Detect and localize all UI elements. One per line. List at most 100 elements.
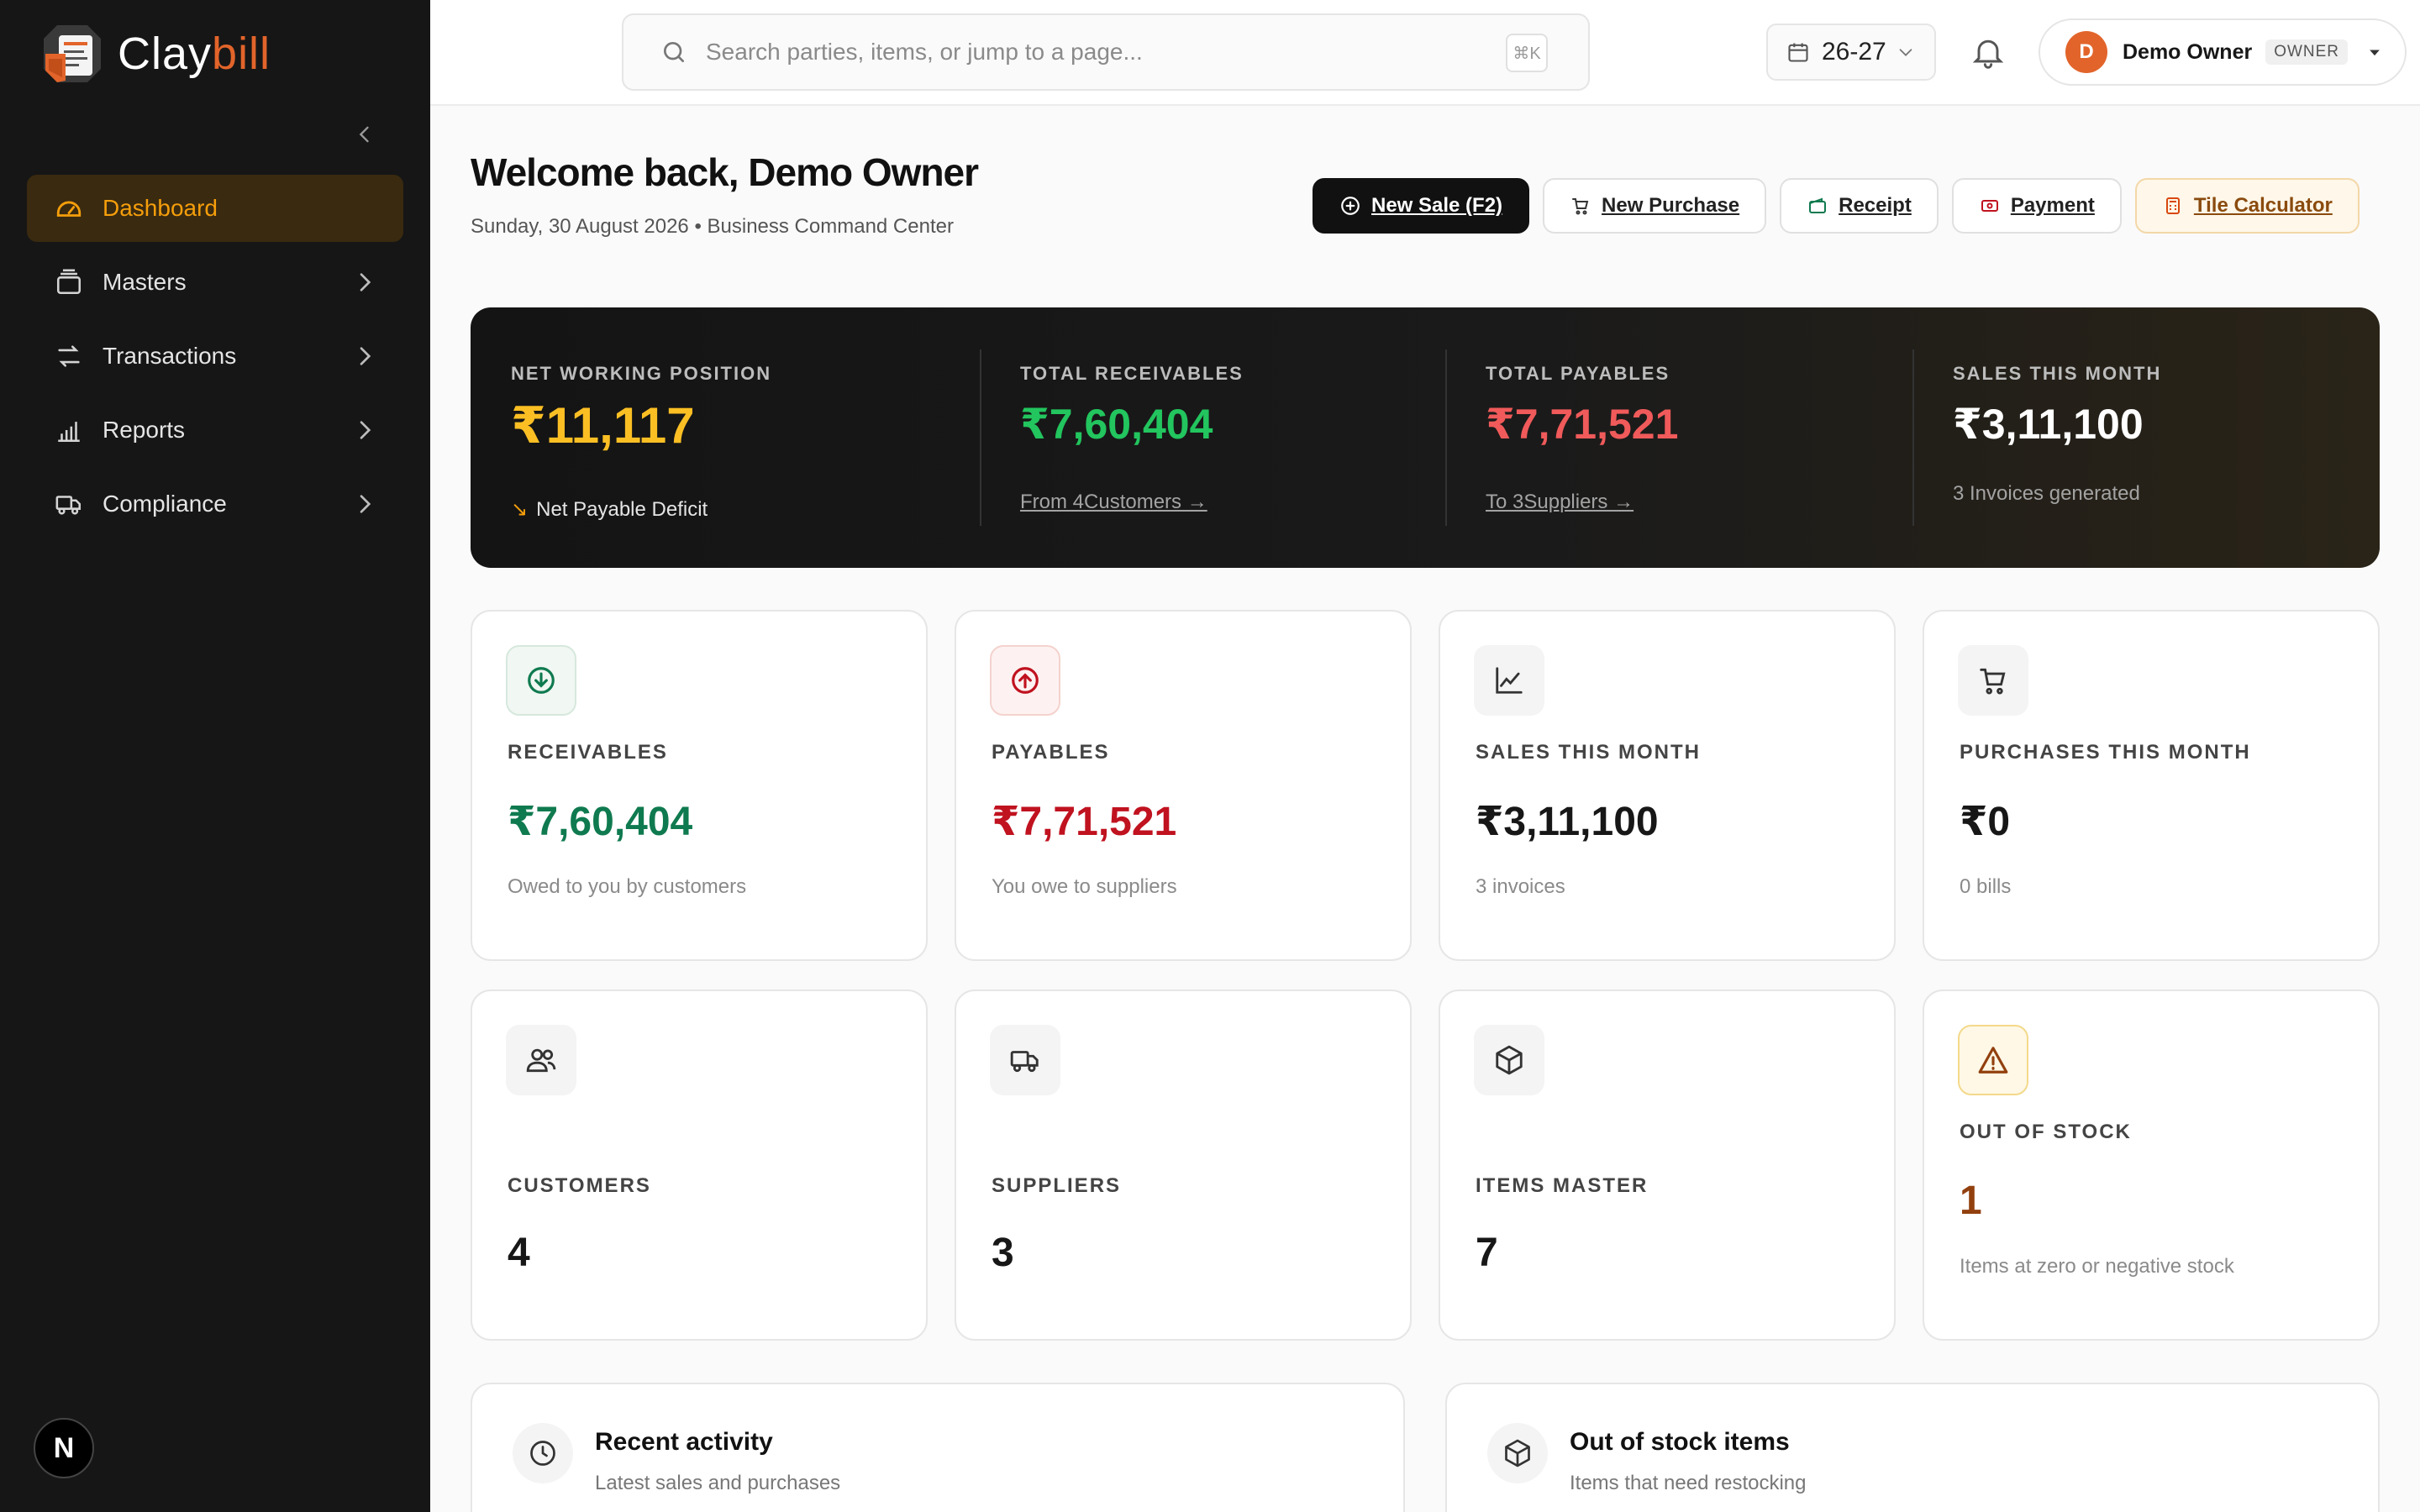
- role-badge: OWNER: [2265, 39, 2349, 65]
- panel-subtitle: Items that need restocking: [1570, 1472, 1807, 1494]
- calculator-icon: [2162, 195, 2184, 217]
- panel-title: Recent activity: [595, 1428, 773, 1456]
- suppliers-link[interactable]: To 3Suppliers →: [1486, 491, 1634, 514]
- receivables-card[interactable]: RECEIVABLES ₹7,60,404 Owed to you by cus…: [471, 610, 928, 961]
- page-title: Welcome back, Demo Owner: [471, 150, 979, 194]
- customers-link[interactable]: From 4Customers →: [1020, 491, 1207, 514]
- new-sale-label: New Sale (F2): [1371, 194, 1503, 217]
- customers-card[interactable]: CUSTOMERS 4: [471, 990, 928, 1341]
- sidebar-item-label: Reports: [103, 417, 186, 443]
- hero-sub: ↘ Net Payable Deficit: [511, 497, 708, 522]
- app-logo[interactable]: Claybill: [40, 22, 271, 86]
- card-label: SALES THIS MONTH: [1476, 741, 1702, 764]
- sidebar-item-label: Dashboard: [103, 195, 218, 221]
- quick-actions: New Sale (F2) New Purchase Receipt Payme…: [1313, 178, 2360, 234]
- trend-down-icon: ↘: [511, 498, 529, 521]
- sidebar-item-label: Compliance: [103, 491, 227, 517]
- fiscal-year-selector[interactable]: 26-27: [1766, 24, 1936, 81]
- card-label: SUPPLIERS: [992, 1174, 1122, 1197]
- sales-card[interactable]: SALES THIS MONTH ₹3,11,100 3 invoices: [1439, 610, 1896, 961]
- new-purchase-button[interactable]: New Purchase: [1543, 178, 1767, 234]
- gauge-icon: [54, 193, 84, 223]
- warning-icon: [1958, 1025, 2028, 1095]
- page-subtitle: Sunday, 30 August 2026 • Business Comman…: [471, 215, 954, 238]
- chevron-left-icon: [359, 126, 369, 143]
- sidebar-item-dashboard[interactable]: Dashboard: [27, 175, 403, 242]
- search-input[interactable]: Search parties, items, or jump to a page…: [706, 39, 1143, 66]
- payables-card[interactable]: PAYABLES ₹7,71,521 You owe to suppliers: [955, 610, 1412, 961]
- user-menu[interactable]: D Demo Owner OWNER: [2039, 18, 2407, 86]
- chevron-down-icon: [1899, 49, 1912, 56]
- brand-name: Claybill: [118, 29, 271, 79]
- card-value: 4: [508, 1231, 530, 1275]
- out-of-stock-card[interactable]: OUT OF STOCK 1 Items at zero or negative…: [1923, 990, 2380, 1341]
- card-value: 1: [1960, 1179, 1982, 1223]
- sidebar-item-reports[interactable]: Reports: [27, 396, 403, 464]
- hero-label: NET WORKING POSITION: [511, 363, 772, 384]
- card-value: ₹0: [1960, 800, 2011, 844]
- card-value: ₹3,11,100: [1476, 800, 1659, 844]
- chevron-right-icon: [360, 495, 371, 513]
- sidebar-item-transactions[interactable]: Transactions: [27, 323, 403, 390]
- search-icon: [664, 42, 684, 62]
- plus-circle-icon: [1339, 195, 1361, 217]
- divider: [1445, 349, 1447, 526]
- hero-label: SALES THIS MONTH: [1953, 363, 2162, 384]
- box-icon: [1487, 1423, 1548, 1483]
- collapse-sidebar-button[interactable]: [348, 118, 381, 151]
- sidebar-item-label: Transactions: [103, 343, 237, 369]
- hero-value: ₹3,11,100: [1953, 401, 2144, 448]
- out-of-stock-panel: Out of stock items Items that need resto…: [1445, 1383, 2380, 1512]
- chevron-right-icon: [360, 421, 371, 439]
- receipt-button[interactable]: Receipt: [1780, 178, 1939, 234]
- suppliers-card[interactable]: SUPPLIERS 3: [955, 990, 1412, 1341]
- chevron-right-icon: [360, 347, 371, 365]
- payment-label: Payment: [2010, 194, 2095, 217]
- truck-icon: [54, 489, 84, 519]
- bar-chart-icon: [54, 415, 84, 445]
- card-value: 7: [1476, 1231, 1498, 1275]
- fiscal-year-value: 26-27: [1822, 38, 1886, 66]
- new-sale-button[interactable]: New Sale (F2): [1313, 178, 1530, 234]
- recent-activity-panel: Recent activity Latest sales and purchas…: [471, 1383, 1405, 1512]
- items-master-card[interactable]: ITEMS MASTER 7: [1439, 990, 1896, 1341]
- card-value: ₹7,60,404: [508, 800, 693, 844]
- claybill-logo-icon: [40, 22, 104, 86]
- card-label: CUSTOMERS: [508, 1174, 651, 1197]
- sidebar-item-masters[interactable]: Masters: [27, 249, 403, 316]
- tile-calculator-button[interactable]: Tile Calculator: [2134, 178, 2360, 234]
- card-sub: You owe to suppliers: [992, 875, 1177, 898]
- box-icon: [1474, 1025, 1544, 1095]
- card-label: OUT OF STOCK: [1960, 1121, 2132, 1143]
- payment-button[interactable]: Payment: [1951, 178, 2122, 234]
- cart-icon: [1570, 195, 1591, 217]
- banknote-icon: [1979, 195, 2001, 217]
- card-sub: 3 invoices: [1476, 875, 1565, 898]
- wallet-icon: [1807, 195, 1828, 217]
- cart-icon: [1958, 645, 2028, 716]
- hero-label: TOTAL PAYABLES: [1486, 363, 1670, 384]
- divider: [1912, 349, 1914, 526]
- line-chart-icon: [1474, 645, 1544, 716]
- new-purchase-label: New Purchase: [1602, 194, 1740, 217]
- notifications-button[interactable]: [1970, 34, 2007, 71]
- purchases-card[interactable]: PURCHASES THIS MONTH ₹0 0 bills: [1923, 610, 2380, 961]
- dev-tools-badge[interactable]: N: [34, 1418, 94, 1478]
- stack-icon: [54, 267, 84, 297]
- truck-icon: [990, 1025, 1060, 1095]
- card-label: PURCHASES THIS MONTH: [1960, 741, 2251, 764]
- arrow-down-circle-icon: [506, 645, 576, 716]
- financial-summary-banner: NET WORKING POSITION ₹11,117 ↘ Net Payabl…: [471, 307, 2380, 568]
- panel-title: Out of stock items: [1570, 1428, 1790, 1456]
- tile-calculator-label: Tile Calculator: [2193, 194, 2333, 217]
- divider: [980, 349, 981, 526]
- avatar: D: [2065, 31, 2107, 73]
- clock-icon: [513, 1423, 573, 1483]
- card-sub: Items at zero or negative stock: [1960, 1255, 2234, 1278]
- global-search[interactable]: Search parties, items, or jump to a page…: [622, 13, 1590, 91]
- bell-icon: [1972, 39, 2004, 69]
- swap-icon: [54, 341, 84, 371]
- net-deficit-label: Net Payable Deficit: [536, 498, 708, 521]
- calendar-icon: [1788, 43, 1808, 62]
- sidebar-item-compliance[interactable]: Compliance: [27, 470, 403, 538]
